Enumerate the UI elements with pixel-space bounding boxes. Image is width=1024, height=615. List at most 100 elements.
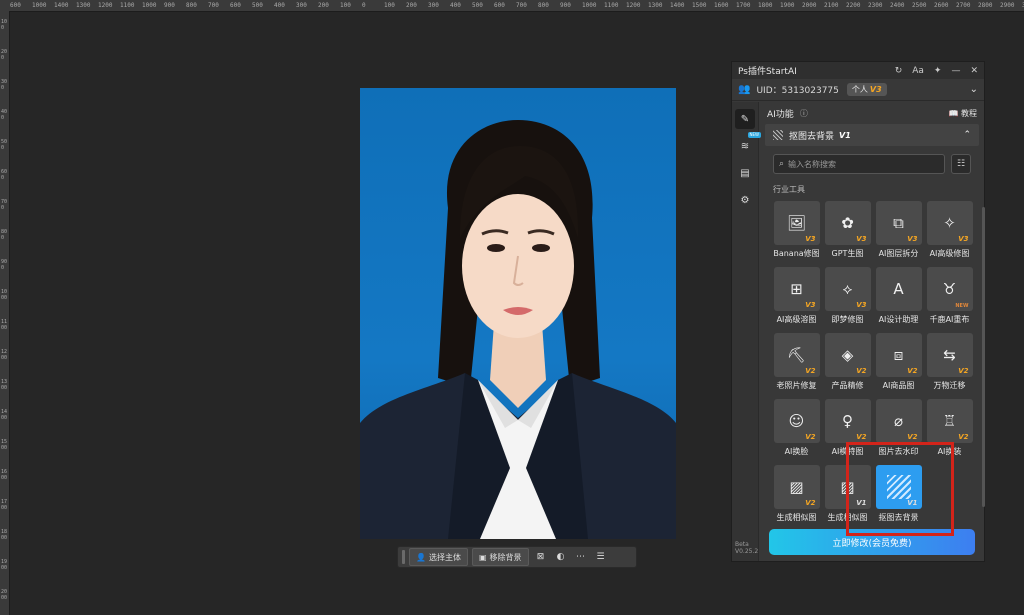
tool-tile[interactable]: ⧈ V2: [875, 333, 922, 377]
tool-item[interactable]: V1 抠图去背景: [875, 465, 922, 529]
tool-label: AI模特图: [831, 447, 864, 456]
remove-background-button[interactable]: ▣ 移除背景: [471, 548, 529, 566]
feature-section-header[interactable]: 抠图去背景 V1 ⌃: [765, 124, 979, 146]
help-icon[interactable]: ⓘ: [800, 108, 808, 119]
ruler-tick-label: 800: [186, 2, 197, 9]
tool-item[interactable]: ⊞ V3 AI高级溶图: [773, 267, 820, 331]
dream-edit-icon: ⟡: [842, 280, 853, 298]
panel-scrollbar[interactable]: [982, 207, 985, 507]
tool-item[interactable]: ⧉ V3 AI图层拆分: [875, 201, 922, 265]
tool-label: Banana修图: [773, 249, 820, 258]
tool-item[interactable]: 🖼 V3 Banana修图: [773, 201, 820, 265]
chevron-up-icon[interactable]: ⌃: [963, 130, 971, 140]
gpt-icon: ✿: [841, 214, 854, 232]
ruler-tick-label: 400: [1, 109, 8, 121]
tool-version-badge: V2: [907, 433, 918, 441]
ruler-tick-label: 2300: [868, 2, 883, 9]
tool-tile[interactable]: ⌀ V2: [875, 399, 922, 443]
tool-item[interactable]: ♀ V2 AI模特图: [824, 399, 871, 463]
feature-version: V1: [839, 130, 851, 140]
tool-tile[interactable]: ♀ V2: [824, 399, 871, 443]
brush-icon: ✎: [740, 113, 750, 125]
tool-tile[interactable]: ⧉ V3: [875, 201, 922, 245]
tool-tile[interactable]: 🖼 V3: [773, 201, 820, 245]
tool-item[interactable]: ♉ NEW 千鹿AI重布: [926, 267, 973, 331]
plan-badge[interactable]: 个人 V3: [846, 83, 887, 96]
pin-icon[interactable]: ✦: [934, 66, 942, 76]
panel-title-bar[interactable]: Ps插件StartAI ↻ Aa ✦ — ✕: [732, 62, 984, 79]
ruler-tick-label: 1200: [98, 2, 113, 9]
sidebar-notes-tab[interactable]: ▤: [735, 163, 755, 183]
canvas-photo[interactable]: [360, 88, 676, 539]
tool-item[interactable]: ✧ V3 AI高级修图: [926, 201, 973, 265]
chevron-down-icon[interactable]: ⌄: [970, 84, 978, 95]
tool-tile[interactable]: ▨ V1: [824, 465, 871, 509]
ruler-tick-label: 600: [230, 2, 241, 9]
ruler-tick-label: 1900: [780, 2, 795, 9]
user-group-icon: 👥: [738, 84, 751, 95]
transform-icon[interactable]: ⊠: [533, 549, 549, 565]
tool-label: 即梦修图: [831, 315, 864, 324]
tool-version-badge: V3: [805, 301, 816, 309]
tool-tile[interactable]: V1: [875, 465, 922, 509]
ruler-tick-label: 2500: [912, 2, 927, 9]
tool-item[interactable]: ▨ V1 生成相似图: [824, 465, 871, 529]
adjustment-icon[interactable]: ◐: [553, 549, 569, 565]
image-icon: ▣: [478, 552, 487, 562]
list-view-button[interactable]: ☷: [951, 154, 971, 174]
tool-tile[interactable]: ⇆ V2: [926, 333, 973, 377]
tool-item[interactable]: ⌀ V2 图片去水印: [875, 399, 922, 463]
font-size-icon[interactable]: Aa: [912, 66, 924, 76]
tool-item[interactable]: A AI设计助理: [875, 267, 922, 331]
more-options-icon[interactable]: ⋯: [573, 549, 589, 565]
tool-tile[interactable]: ⟡ V3: [824, 267, 871, 311]
tool-tile[interactable]: A: [875, 267, 922, 311]
search-icon: ⌕: [779, 159, 785, 169]
tool-item[interactable]: ⟡ V3 即梦修图: [824, 267, 871, 331]
ruler-tick-label: 500: [252, 2, 263, 9]
minimize-icon[interactable]: —: [951, 66, 960, 76]
tool-tile[interactable]: ⛏ V2: [773, 333, 820, 377]
sidebar-layers-tab[interactable]: ≋ NEW: [735, 132, 761, 156]
tool-tile[interactable]: ✿ V3: [824, 201, 871, 245]
task-bar-drag-handle[interactable]: [402, 550, 405, 564]
tool-item[interactable]: ✿ V3 GPT生图: [824, 201, 871, 265]
ruler-tick-label: 800: [1, 229, 8, 241]
image-edit-icon: 🖼: [786, 214, 807, 232]
ai-features-header: AI功能 ⓘ 📖 教程: [759, 102, 985, 124]
refresh-icon[interactable]: ↻: [895, 66, 903, 76]
tool-version-badge: V3: [856, 301, 867, 309]
tool-tile[interactable]: ⊞ V3: [773, 267, 820, 311]
tutorial-link[interactable]: 📖 教程: [948, 108, 977, 119]
tool-item[interactable]: ⧈ V2 AI商品图: [875, 333, 922, 397]
ruler-tick-label: 2700: [956, 2, 971, 9]
tool-label: 生成相似图: [827, 513, 868, 522]
tool-item[interactable]: ♖ V2 AI换装: [926, 399, 973, 463]
settings-sliders-icon[interactable]: ☰: [593, 549, 609, 565]
sidebar-edit-tab[interactable]: ✎: [735, 109, 755, 129]
tool-tile[interactable]: ♖ V2: [926, 399, 973, 443]
beta-label: Beta: [735, 541, 749, 548]
tool-tile[interactable]: ☺ V2: [773, 399, 820, 443]
tool-tile[interactable]: ▨ V2: [773, 465, 820, 509]
tool-search-input[interactable]: ⌕ 输入名称搜索: [773, 154, 945, 174]
select-subject-button[interactable]: 👤 选择主体: [409, 548, 468, 566]
tool-version-badge: V2: [856, 433, 867, 441]
tool-item[interactable]: ⛏ V2 老照片修复: [773, 333, 820, 397]
sidebar-settings-tab[interactable]: ⚙: [735, 190, 755, 210]
ruler-tick-label: 2200: [846, 2, 861, 9]
tool-item[interactable]: ⇆ V2 万物迁移: [926, 333, 973, 397]
category-label: 行业工具: [773, 185, 805, 194]
tool-tile[interactable]: ◈ V2: [824, 333, 871, 377]
close-icon[interactable]: ✕: [970, 66, 978, 76]
panel-content: AI功能 ⓘ 📖 教程 抠图去背景 V1 ⌃ ⌕ 输入名称搜索 ☷ 行业工具 🖼…: [759, 102, 985, 561]
tool-item[interactable]: ◈ V2 产品精修: [824, 333, 871, 397]
tool-tile[interactable]: ♉ NEW: [926, 267, 973, 311]
tool-item[interactable]: ☺ V2 AI换脸: [773, 399, 820, 463]
tool-label: 老照片修复: [776, 381, 817, 390]
tool-item[interactable]: ▨ V2 生成相似图: [773, 465, 820, 529]
image-blend-icon: ⊞: [790, 280, 803, 298]
ruler-tick-label: 1500: [692, 2, 707, 9]
upgrade-button[interactable]: 立即修改(会员免费): [769, 529, 975, 555]
tool-tile[interactable]: ✧ V3: [926, 201, 973, 245]
